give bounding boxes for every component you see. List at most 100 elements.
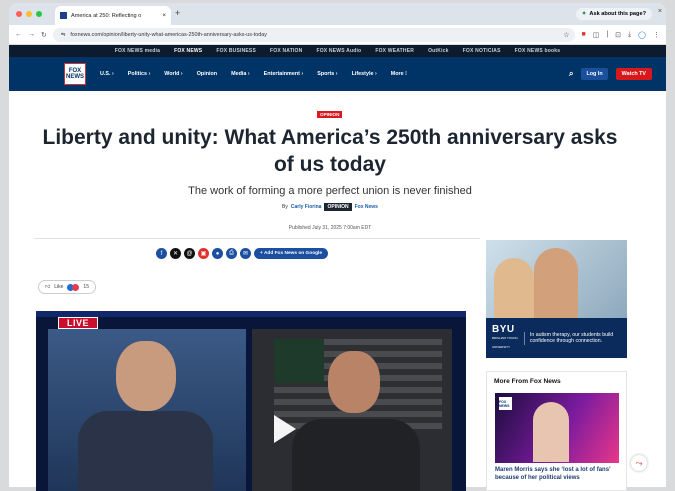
brand-link[interactable]: FOX WEATHER bbox=[373, 48, 416, 54]
watch-tv-button[interactable]: Watch TV bbox=[615, 68, 652, 80]
ad-student-figure bbox=[534, 248, 578, 318]
nav-item-media[interactable]: Media › bbox=[231, 71, 250, 77]
opinion-badge[interactable]: OPINION bbox=[317, 111, 343, 118]
brand-link[interactable]: FOX NATION bbox=[268, 48, 304, 54]
profile-icon[interactable]: ◯ bbox=[638, 31, 646, 39]
main-nav: FOX NEWS U.S. › Politics › World › Opini… bbox=[9, 57, 666, 91]
separator-icon: | bbox=[606, 30, 609, 38]
published-date: Published July 31, 2025 7:00am EDT bbox=[288, 225, 372, 231]
reading-list-icon[interactable]: ⊡ bbox=[615, 31, 621, 39]
story-link[interactable]: Maren Morris says she ‘lost a lot of fan… bbox=[495, 466, 621, 482]
brand-link[interactable]: FOX NEWS media bbox=[113, 48, 162, 54]
flipboard-icon[interactable]: ▣ bbox=[198, 248, 209, 259]
anchor-head bbox=[116, 341, 176, 411]
brand-link[interactable]: FOX NEWS bbox=[172, 48, 204, 54]
byline-by: By bbox=[282, 204, 288, 210]
nav-item-politics[interactable]: Politics › bbox=[128, 71, 150, 77]
nav-items: U.S. › Politics › World › Opinion Media … bbox=[100, 71, 407, 77]
comment-icon[interactable]: ● bbox=[212, 248, 223, 259]
live-badge: LIVE bbox=[58, 317, 99, 329]
nav-item-entertainment[interactable]: Entertainment › bbox=[264, 71, 304, 77]
author-tag: OPINION bbox=[324, 203, 352, 211]
brand-link[interactable]: FOX NOTICIAS bbox=[461, 48, 503, 54]
add-fox-on-google-button[interactable]: + Add Fox News on Google bbox=[254, 248, 329, 259]
ask-about-page-button[interactable]: ✦ Ask about this page? bbox=[575, 8, 652, 20]
byline: By Carly Fiorina OPINION Fox News bbox=[30, 203, 630, 211]
url-text: foxnews.com/opinion/liberty-unity-what-a… bbox=[70, 31, 267, 38]
anchor-figure bbox=[78, 411, 213, 491]
share-bar: f ✕ @ ▣ ● ⎙ ✉ + Add Fox News on Google bbox=[156, 248, 329, 259]
facebook-icon[interactable]: f bbox=[156, 248, 167, 259]
ad-caption-bar: BYU BRIGHAM YOUNG UNIVERSITY In autism t… bbox=[486, 318, 627, 358]
fox-news-thumb-logo: FOX NEWS bbox=[499, 397, 512, 410]
byu-ad[interactable]: BYU BRIGHAM YOUNG UNIVERSITY In autism t… bbox=[486, 240, 627, 358]
acrobat-pdf-icon[interactable]: ⤳ bbox=[631, 455, 647, 471]
x-icon[interactable]: ✕ bbox=[170, 248, 181, 259]
tab-title: America at 250: Reflecting o bbox=[71, 12, 142, 19]
ad-text: In autism therapy, our students build co… bbox=[523, 331, 621, 345]
article-headline: Liberty and unity: What America’s 250th … bbox=[42, 126, 618, 176]
more-from-fox-module: More From Fox News FOX NEWS Maren Morris… bbox=[486, 371, 627, 491]
nav-item-sports[interactable]: Sports › bbox=[317, 71, 337, 77]
fox-news-logo[interactable]: FOX NEWS bbox=[64, 63, 86, 85]
reactions bbox=[67, 283, 80, 291]
new-tab-button[interactable]: + bbox=[175, 8, 180, 18]
back-icon[interactable]: ← bbox=[15, 31, 22, 38]
address-toolbar: ← → ↻ ⇋ foxnews.com/opinion/liberty-unit… bbox=[9, 25, 666, 45]
nav-item-world[interactable]: World › bbox=[164, 71, 182, 77]
article-subtitle: The work of forming a more perfect union… bbox=[188, 185, 472, 197]
extensions-puzzle-icon[interactable]: ◫ bbox=[593, 31, 600, 39]
download-icon[interactable]: ⤓ bbox=[628, 31, 631, 39]
byu-subtitle: BRIGHAM YOUNG UNIVERSITY bbox=[492, 335, 518, 349]
reload-icon[interactable]: ↻ bbox=[41, 31, 47, 39]
browser-tab[interactable]: America at 250: Reflecting o × bbox=[55, 6, 171, 25]
fox-favicon-icon bbox=[60, 12, 67, 19]
extension-icon[interactable]: ■ bbox=[581, 31, 585, 39]
guest-figure bbox=[292, 419, 420, 491]
guest-head bbox=[328, 351, 380, 413]
outlet-link[interactable]: Fox News bbox=[355, 204, 378, 210]
sparkle-icon: ✦ bbox=[581, 11, 587, 17]
reaction-count: 15 bbox=[83, 284, 89, 290]
video-player[interactable]: LIVE bbox=[36, 311, 466, 491]
singer-figure bbox=[533, 402, 569, 462]
brand-link[interactable]: OutKick bbox=[426, 48, 451, 54]
search-icon[interactable]: ⌕ bbox=[569, 69, 573, 79]
network-brand-bar: FOX NEWS media FOX NEWS FOX BUSINESS FOX… bbox=[9, 45, 666, 57]
ad-child-figure bbox=[494, 258, 534, 318]
window-close-icon[interactable]: × bbox=[658, 8, 662, 15]
extension-icons: ■ ◫ | ⊡ ⤓ ◯ ⋮ bbox=[581, 31, 660, 39]
more-heading: More From Fox News bbox=[494, 378, 561, 385]
nav-item-lifestyle[interactable]: Lifestyle › bbox=[352, 71, 377, 77]
byu-wordmark: BYU bbox=[492, 323, 515, 335]
video-top-stripe bbox=[36, 311, 466, 317]
login-button[interactable]: Log In bbox=[581, 68, 608, 80]
site-settings-icon[interactable]: ⇋ bbox=[61, 32, 66, 38]
flag-canton bbox=[274, 339, 324, 383]
brand-link[interactable]: FOX BUSINESS bbox=[214, 48, 258, 54]
like-button[interactable]: 👍︎ Like 15 bbox=[38, 280, 96, 294]
close-window-button[interactable] bbox=[16, 11, 22, 17]
forward-icon[interactable]: → bbox=[28, 31, 35, 38]
maximize-window-button[interactable] bbox=[36, 11, 42, 17]
nav-item-more[interactable]: More ⁝ bbox=[391, 71, 407, 77]
minimize-window-button[interactable] bbox=[26, 11, 32, 17]
url-bar[interactable]: ⇋ foxnews.com/opinion/liberty-unity-what… bbox=[52, 27, 576, 42]
nav-item-us[interactable]: U.S. › bbox=[100, 71, 114, 77]
like-label: Like bbox=[54, 284, 64, 290]
nav-actions: ⌕ Log In Watch TV bbox=[569, 68, 652, 80]
nav-item-opinion[interactable]: Opinion bbox=[197, 71, 217, 77]
brand-link[interactable]: FOX NEWS Audio bbox=[314, 48, 363, 54]
threads-icon[interactable]: @ bbox=[184, 248, 195, 259]
author-link[interactable]: Carly Fiorina bbox=[291, 204, 322, 210]
byu-logo: BYU BRIGHAM YOUNG UNIVERSITY bbox=[492, 323, 518, 352]
email-icon[interactable]: ✉ bbox=[240, 248, 251, 259]
divider bbox=[34, 238, 480, 239]
play-icon[interactable] bbox=[274, 415, 296, 443]
menu-kebab-icon[interactable]: ⋮ bbox=[653, 31, 660, 39]
brand-link[interactable]: FOX NEWS books bbox=[513, 48, 563, 54]
bookmark-star-icon[interactable]: ☆ bbox=[563, 31, 569, 39]
thumbs-up-icon: 👍︎ bbox=[45, 284, 51, 290]
tab-close-icon[interactable]: × bbox=[162, 13, 166, 19]
print-icon[interactable]: ⎙ bbox=[226, 248, 237, 259]
